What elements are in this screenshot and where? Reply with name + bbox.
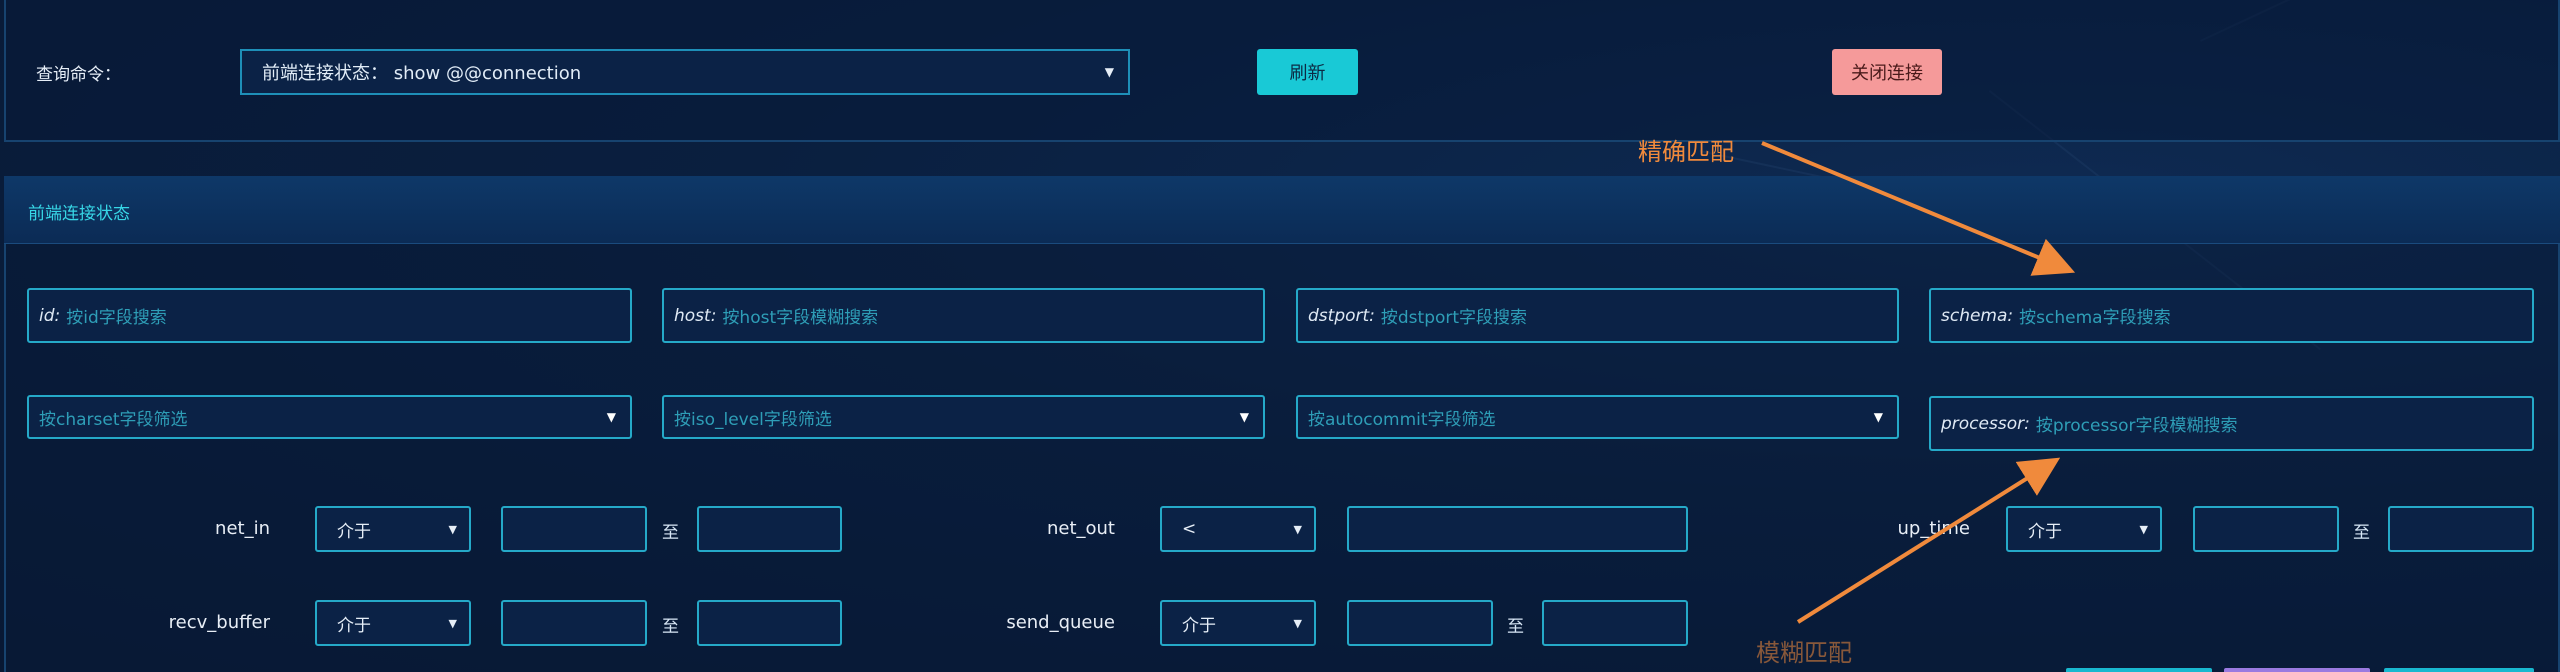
schema-search-field[interactable]: schema: 按schema字段搜索 [1929,288,2534,343]
field-placeholder: 按host字段模糊搜索 [722,308,879,328]
range-to-label: 至 [662,523,679,543]
field-placeholder: 按schema字段搜索 [2019,308,2171,328]
caret-down-icon: ▼ [606,410,616,424]
iso-level-filter-select[interactable]: 按iso_level字段筛选 ▼ [662,395,1265,439]
caret-down-icon: ▼ [2139,522,2148,536]
recv-buffer-min-input[interactable] [501,600,647,646]
send-queue-label: send_queue [1006,612,1115,633]
caret-down-icon: ▼ [1239,410,1249,424]
query-label: 查询命令： [36,65,121,85]
net-in-min-input[interactable] [501,506,647,552]
recv-buffer-operator-select[interactable]: 介于 ▼ [315,600,471,646]
connection-panel-title: 前端连接状态 [28,204,130,224]
net-in-operator-select[interactable]: 介于 ▼ [315,506,471,552]
autocommit-filter-select[interactable]: 按autocommit字段筛选 ▼ [1296,395,1899,439]
field-key: dstport: [1308,305,1375,326]
refresh-button[interactable]: 刷新 [1257,49,1358,95]
up-time-min-input[interactable] [2193,506,2339,552]
range-to-label: 至 [1507,617,1524,637]
operator-value: 介于 [337,615,371,636]
send-queue-operator-select[interactable]: 介于 ▼ [1160,600,1316,646]
id-search-field[interactable]: id: 按id字段搜索 [27,288,632,343]
recv-buffer-max-input[interactable] [697,600,842,646]
field-key: host: [674,305,717,326]
caret-down-icon: ▼ [448,522,457,536]
caret-down-icon: ▼ [1293,522,1302,536]
query-command-value: 前端连接状态： show @@connection [262,63,582,84]
send-queue-max-input[interactable] [1542,600,1688,646]
field-key: id: [39,305,61,326]
dstport-search-field[interactable]: dstport: 按dstport字段搜索 [1296,288,1899,343]
operator-value: 介于 [2028,521,2062,542]
select-placeholder: 按iso_level字段筛选 [674,409,832,430]
net-in-max-input[interactable] [697,506,842,552]
caret-down-icon: ▼ [1293,616,1302,630]
net-out-value-input[interactable] [1347,506,1688,552]
field-placeholder: 按processor字段模糊搜索 [2035,416,2238,436]
range-to-label: 至 [2353,523,2370,543]
caret-down-icon: ▼ [1104,65,1114,79]
range-to-label: 至 [662,617,679,637]
host-search-field[interactable]: host: 按host字段模糊搜索 [662,288,1265,343]
operator-value: 介于 [337,521,371,542]
field-key: schema: [1941,305,2014,326]
net-out-label: net_out [1046,518,1115,539]
select-placeholder: 按charset字段筛选 [39,409,188,430]
up-time-label: up_time [1897,518,1970,539]
up-time-max-input[interactable] [2388,506,2534,552]
field-placeholder: 按dstport字段搜索 [1380,308,1528,328]
select-placeholder: 按autocommit字段筛选 [1308,409,1496,430]
processor-search-field[interactable]: processor: 按processor字段模糊搜索 [1929,396,2534,451]
annotation-exact-match: 精确匹配 [1638,138,1734,166]
operator-value: < [1182,519,1197,539]
net-out-operator-select[interactable]: < ▼ [1160,506,1316,552]
action-button-edge[interactable] [2066,668,2212,672]
query-command-select[interactable]: 前端连接状态： show @@connection ▼ [240,49,1130,95]
action-button-edge[interactable] [2224,668,2370,672]
net-in-label: net_in [215,518,270,539]
caret-down-icon: ▼ [448,616,457,630]
caret-down-icon: ▼ [1873,410,1883,424]
operator-value: 介于 [1182,615,1216,636]
action-button-edge[interactable] [2384,668,2534,672]
close-connection-button[interactable]: 关闭连接 [1832,49,1942,95]
field-placeholder: 按id字段搜索 [66,308,167,328]
up-time-operator-select[interactable]: 介于 ▼ [2006,506,2162,552]
field-key: processor: [1941,413,2030,434]
charset-filter-select[interactable]: 按charset字段筛选 ▼ [27,395,632,439]
connection-panel-header [4,176,2560,244]
recv-buffer-label: recv_buffer [168,612,270,633]
send-queue-min-input[interactable] [1347,600,1493,646]
